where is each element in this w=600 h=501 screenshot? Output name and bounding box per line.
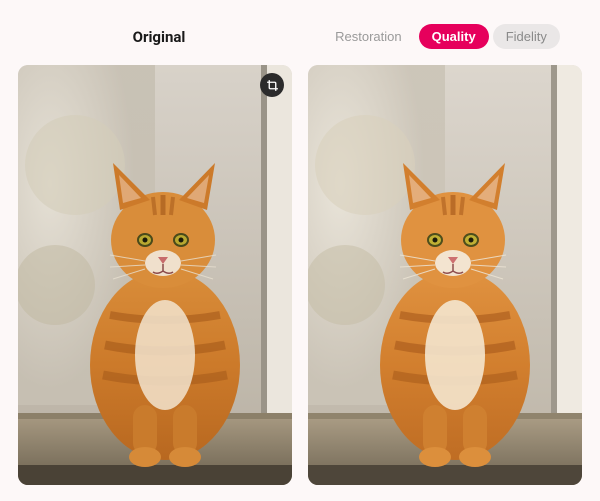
comparison-panel: Original Restoration Quality Fidelity xyxy=(0,0,600,485)
tab-quality[interactable]: Quality xyxy=(419,24,489,49)
image-comparison-row xyxy=(18,65,582,485)
original-image-wrap xyxy=(18,65,292,485)
crop-icon xyxy=(266,79,279,92)
result-image xyxy=(308,65,582,485)
original-image xyxy=(18,65,292,485)
original-label: Original xyxy=(18,28,300,46)
crop-button[interactable] xyxy=(260,73,284,97)
header-row: Original Restoration Quality Fidelity xyxy=(18,10,582,65)
tab-restoration[interactable]: Restoration xyxy=(322,24,414,49)
tab-fidelity[interactable]: Fidelity xyxy=(493,24,560,49)
mode-tabs: Restoration Quality Fidelity xyxy=(300,24,582,49)
result-image-wrap xyxy=(308,65,582,485)
